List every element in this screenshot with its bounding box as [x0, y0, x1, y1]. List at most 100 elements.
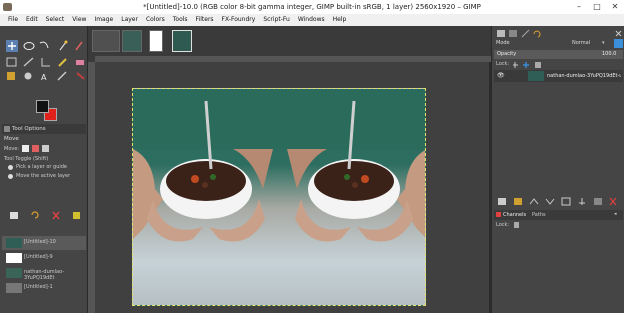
save-options-icon[interactable] [10, 212, 18, 219]
image-tab[interactable] [149, 30, 163, 52]
mask-layer-icon[interactable] [594, 198, 602, 205]
image-canvas[interactable] [132, 88, 426, 306]
menu-script-fu[interactable]: Script-Fu [259, 14, 294, 26]
scale-icon[interactable] [6, 57, 17, 67]
layer-thumbnail [528, 71, 544, 81]
image-item-label: [Untitled]-10 [24, 239, 56, 245]
menu-layer[interactable]: Layer [117, 14, 142, 26]
free-select-icon[interactable] [39, 41, 49, 49]
undo-tab-icon[interactable] [533, 30, 541, 38]
menu-filters[interactable]: Filters [192, 14, 218, 26]
vertical-ruler[interactable] [88, 62, 95, 313]
layer-row[interactable]: 👁 nathan-dumlao-3YuPQ19dEt-uns [494, 70, 623, 82]
channels-tab-icon[interactable] [509, 30, 517, 37]
restore-options-icon[interactable] [31, 211, 39, 219]
lock-alpha-icon[interactable] [535, 62, 541, 68]
opacity-slider[interactable]: Opacity 100.0 [494, 50, 623, 59]
image-item[interactable]: [Untitled]-9 [2, 251, 86, 265]
toolbox: A Tool Options Move Move: Tool Toggle (S… [0, 26, 88, 313]
lower-layer-icon[interactable] [545, 198, 555, 205]
heal-icon[interactable] [7, 72, 15, 80]
tool-options-tab[interactable]: Tool Options [2, 124, 86, 134]
chevron-down-icon: ▾ [602, 40, 605, 46]
paths-tab-icon[interactable] [521, 29, 530, 38]
move-tool-icon[interactable] [6, 40, 18, 52]
tool-grid: A [6, 40, 85, 82]
lock-label: Lock: [496, 61, 510, 67]
image-thumb [6, 268, 22, 278]
warp-icon[interactable] [23, 57, 34, 67]
new-group-icon[interactable] [514, 198, 522, 205]
text-tool-icon[interactable]: A [41, 73, 47, 82]
crop-icon[interactable] [41, 58, 50, 67]
dodge-icon[interactable] [24, 72, 32, 80]
image-item[interactable]: nathan-dumlao-3YuPQ19dEt [2, 266, 86, 281]
right-dock: Mode Normal ▾ Opacity 100.0 Lock: 👁 nath… [491, 26, 624, 313]
lock-position-icon[interactable] [523, 62, 529, 68]
image-item[interactable]: [Untitled]-10 [2, 236, 86, 250]
eye-icon[interactable]: 👁 [497, 72, 505, 79]
eraser-icon[interactable] [76, 60, 84, 65]
smudge-icon[interactable] [57, 71, 67, 81]
menu-view[interactable]: View [68, 14, 90, 26]
pick-layer-option: Pick a layer or guide [16, 164, 68, 170]
menu-image[interactable]: Image [90, 14, 117, 26]
new-layer-icon[interactable] [498, 198, 506, 205]
layer-buttons [498, 197, 617, 206]
layers-tab-icon[interactable] [497, 30, 505, 37]
move-layer-icon[interactable] [22, 145, 29, 152]
dock-close-icon[interactable] [615, 30, 622, 37]
move-path-icon[interactable] [42, 145, 49, 152]
menu-fx-foundry[interactable]: FX-Foundry [218, 14, 260, 26]
minimize-button[interactable]: – [572, 0, 586, 14]
raise-layer-icon[interactable] [529, 198, 539, 205]
channels-color-icon [496, 212, 501, 217]
fg-bg-colors[interactable] [36, 100, 58, 122]
tool-options-icon [4, 126, 10, 132]
tab-channels[interactable]: Channels [503, 212, 526, 218]
image-tab[interactable] [122, 30, 142, 52]
mode-label: Mode [496, 40, 510, 46]
layer-mode-effects-icon[interactable] [614, 39, 623, 48]
bucket-fill-icon[interactable] [76, 72, 85, 80]
mode-select[interactable]: Normal ▾ [566, 39, 614, 48]
delete-options-icon[interactable] [52, 211, 60, 220]
menu-help[interactable]: Help [329, 14, 351, 26]
opacity-value: 100.0 [602, 51, 617, 57]
menu-tools[interactable]: Tools [169, 14, 192, 26]
pick-layer-radio[interactable] [8, 165, 13, 170]
menu-colors[interactable]: Colors [142, 14, 169, 26]
image-item[interactable]: [Untitled]-1 [2, 281, 86, 295]
delete-layer-icon[interactable] [609, 197, 617, 206]
svg-text:A: A [41, 73, 47, 82]
image-thumb [6, 238, 22, 248]
anchor-layer-icon[interactable] [579, 198, 585, 205]
image-tab-active[interactable] [172, 30, 192, 52]
tab-paths[interactable]: Paths [532, 212, 546, 218]
tool-options-title: Tool Options [12, 126, 46, 132]
layer-name: nathan-dumlao-3YuPQ19dEt-uns [547, 73, 621, 79]
image-item-label: [Untitled]-1 [24, 284, 53, 290]
image-tab[interactable] [92, 30, 120, 52]
move-label: Move: [4, 146, 20, 152]
ellipse-select-icon[interactable] [23, 42, 35, 50]
move-active-layer-radio[interactable] [8, 174, 13, 179]
foreground-color-swatch[interactable] [36, 100, 49, 113]
close-button[interactable]: ✕ [608, 0, 622, 14]
color-picker-icon[interactable] [75, 41, 83, 51]
lock-pixels-icon[interactable] [513, 62, 518, 68]
channel-lock-icon[interactable] [514, 222, 519, 228]
maximize-button[interactable]: □ [590, 0, 604, 14]
move-selection-icon[interactable] [32, 145, 39, 152]
menu-edit[interactable]: Edit [22, 14, 42, 26]
tab-menu-icon[interactable]: ◂ [614, 211, 617, 217]
paths-icon[interactable] [59, 40, 68, 51]
image-thumb [6, 283, 22, 293]
menu-windows[interactable]: Windows [294, 14, 329, 26]
duplicate-layer-icon[interactable] [561, 197, 571, 206]
reset-options-icon[interactable] [73, 212, 80, 219]
image-tabs [88, 26, 491, 56]
pencil-icon[interactable] [58, 58, 67, 67]
menu-select[interactable]: Select [42, 14, 69, 26]
menu-file[interactable]: File [4, 14, 22, 26]
